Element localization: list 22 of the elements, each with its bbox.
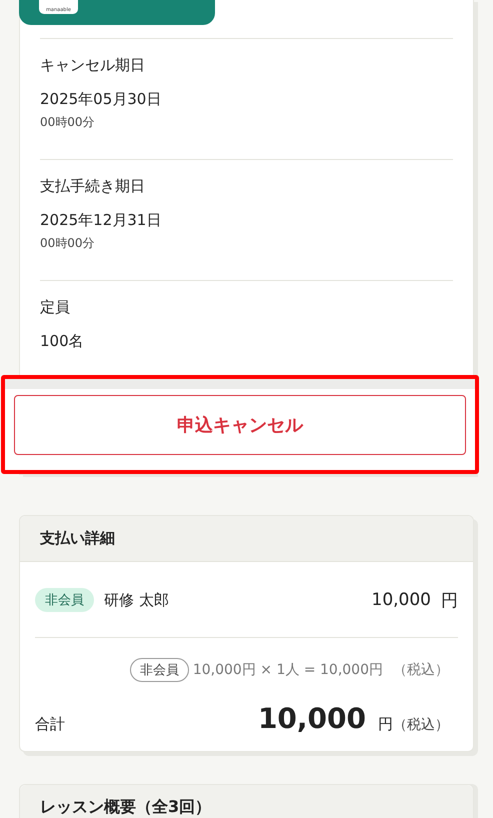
field-value: 2025年05月30日 — [40, 89, 162, 109]
card-title: 支払い詳細 — [20, 516, 473, 562]
time-value: 00時00分 — [40, 114, 96, 131]
cancel-button[interactable]: 申込キャンセル — [14, 395, 466, 455]
field-value: 2025年12月31日 — [40, 210, 162, 230]
member-badge: 非会員 — [130, 658, 189, 682]
currency-unit: 円 — [441, 590, 458, 612]
tax-note: （税込） — [393, 716, 449, 734]
total-label: 合計 — [35, 715, 66, 734]
currency-unit: 円 — [378, 715, 393, 734]
member-badge: 非会員 — [35, 588, 94, 612]
time-value: 00時00分 — [40, 235, 96, 252]
participant-name: 研修 太郎 — [104, 590, 170, 610]
amount: 10,000 — [372, 590, 431, 610]
card-title: レッスン概要（全3回） — [20, 785, 473, 818]
field-label: 定員 — [40, 298, 71, 316]
total-amount: 10,000 — [258, 704, 366, 734]
price-formula: 10,000円 × 1人 = 10,000円 — [192, 661, 383, 679]
field-value: 100名 — [40, 331, 85, 351]
field-label: キャンセル期日 — [40, 56, 146, 74]
field-label: 支払手続き期日 — [40, 177, 146, 195]
tax-note: （税込） — [393, 661, 449, 679]
